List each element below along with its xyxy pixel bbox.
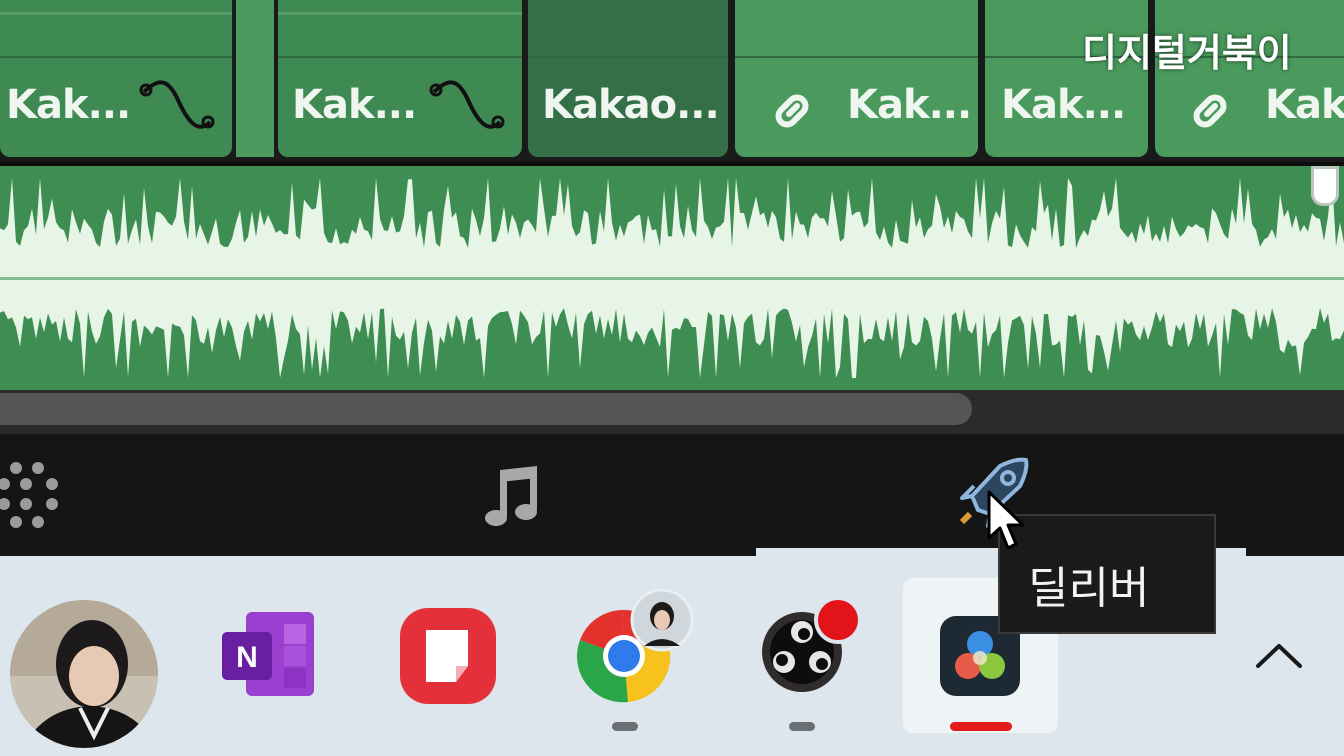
timeline-clip-1[interactable]: Kak...: [0, 0, 232, 157]
chrome-running-indicator: [612, 722, 638, 731]
timeline-scroll-thumb[interactable]: [0, 393, 972, 425]
channel-watermark: 디지털거북이: [1082, 31, 1292, 75]
link-icon: [775, 94, 809, 128]
audio-clip-waveform[interactable]: [0, 166, 1344, 390]
clip-label: Kak...: [1001, 82, 1126, 128]
link-icon: [1193, 94, 1227, 128]
obs-icon[interactable]: [760, 594, 870, 704]
obs-running-indicator: [789, 722, 815, 731]
mouse-cursor-icon: [987, 490, 1025, 550]
clip-gap: [236, 0, 274, 157]
clip-label: Kakao...: [542, 82, 720, 128]
clip-label: Kak...: [292, 82, 417, 128]
timeline-clip-4[interactable]: Kak...: [735, 0, 978, 157]
chevron-up-icon[interactable]: [1254, 640, 1304, 674]
onenote-letter: N: [236, 641, 258, 674]
clip-label: Kak: [1265, 82, 1344, 128]
clip-label: Kak...: [847, 82, 972, 128]
fusion-dots-icon[interactable]: [0, 460, 70, 530]
clip-label: Kak...: [6, 82, 131, 128]
notes-icon[interactable]: [398, 606, 498, 706]
timeline-clip-3[interactable]: Kakao...: [528, 0, 728, 157]
page-tooltip: 딜리버: [998, 514, 1216, 634]
waveform: [0, 178, 1344, 378]
onenote-icon[interactable]: N: [220, 608, 318, 700]
clip-fade-handle[interactable]: [1311, 166, 1339, 206]
keyframe-curve-icon[interactable]: [138, 76, 218, 136]
timeline-clip-2[interactable]: Kak...: [278, 0, 522, 157]
webcam-avatar: [10, 600, 158, 748]
tooltip-text: 딜리버: [1028, 563, 1150, 614]
keyframe-curve-icon[interactable]: [428, 76, 508, 136]
chrome-icon[interactable]: [574, 588, 696, 710]
recording-badge: [814, 596, 862, 644]
fairlight-music-icon[interactable]: [484, 466, 546, 528]
waveform-centerline: [0, 277, 1344, 280]
davinci-active-indicator: [950, 722, 1012, 731]
